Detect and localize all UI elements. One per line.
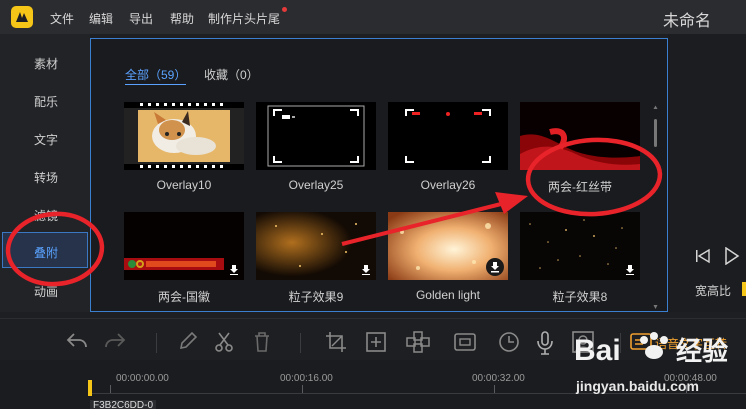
mosaic-icon[interactable] bbox=[406, 331, 430, 353]
timeline-time-label: 00:00:16.00 bbox=[280, 373, 333, 384]
overlay-item[interactable]: Golden light bbox=[388, 212, 508, 306]
sidebar-item-text[interactable]: 文字 bbox=[0, 120, 90, 156]
overlay-library: 全部（59） 收藏（0） Overlay10 Overlay25 Overlay… bbox=[90, 38, 668, 312]
sidebar-item-label: 文字 bbox=[34, 133, 59, 147]
svg-text:Bai: Bai bbox=[574, 334, 621, 367]
overlay-item-label: 两会-国徽 bbox=[158, 290, 210, 304]
thumbnail-red-ribbon bbox=[520, 102, 640, 170]
overlay-item[interactable]: Overlay25 bbox=[256, 102, 376, 196]
add-box-icon[interactable] bbox=[365, 331, 387, 353]
overlay-item-label: Overlay26 bbox=[420, 178, 476, 192]
menu-file[interactable]: 文件 bbox=[50, 10, 74, 27]
sidebar-item-filter[interactable]: 滤镜 bbox=[0, 196, 90, 232]
microphone-icon[interactable] bbox=[536, 331, 554, 355]
overlay-item[interactable]: 粒子效果9 bbox=[256, 212, 376, 306]
duration-icon[interactable] bbox=[498, 331, 520, 353]
sidebar-item-label: 动画 bbox=[34, 285, 59, 299]
overlay-item[interactable]: 粒子效果8 bbox=[520, 212, 640, 306]
overlay-item-label: Overlay25 bbox=[288, 178, 344, 192]
ruler-tick bbox=[494, 385, 495, 393]
sidebar-item-music[interactable]: 配乐 bbox=[0, 82, 90, 118]
overlay-item[interactable]: 两会-国徽 bbox=[124, 212, 244, 306]
library-scrollbar[interactable] bbox=[653, 105, 658, 311]
ruler-tick bbox=[302, 385, 303, 393]
document-title: 未命名 bbox=[663, 13, 712, 30]
overlay-item-label: 两会-红丝带 bbox=[548, 180, 612, 194]
thumbnail-golden-light bbox=[388, 212, 508, 280]
baidu-watermark: Bai 经验 bbox=[574, 332, 728, 367]
scissors-icon[interactable] bbox=[214, 331, 234, 353]
timeline-clip-label[interactable]: F3B2C6DD-0 bbox=[90, 400, 157, 409]
thumbnail-emblem-banner bbox=[124, 212, 244, 280]
menu-edit[interactable]: 编辑 bbox=[89, 10, 113, 27]
timeline-time-label: 00:00:32.00 bbox=[472, 373, 525, 384]
frame-icon[interactable] bbox=[453, 331, 477, 353]
notification-dot bbox=[282, 7, 287, 12]
redo-icon[interactable] bbox=[104, 331, 126, 351]
sidebar-item-label: 配乐 bbox=[34, 95, 59, 109]
playhead[interactable] bbox=[88, 380, 92, 396]
menu-intro-outro[interactable]: 制作片头片尾 bbox=[208, 10, 280, 27]
thumbnail-camera-frame bbox=[256, 102, 376, 170]
overlay-item-label: Golden light bbox=[415, 288, 481, 302]
overlay-item-label: Overlay10 bbox=[156, 178, 212, 192]
sidebar-item-overlay[interactable]: 叠附 bbox=[2, 232, 88, 268]
thumbnail-golden-particles bbox=[256, 212, 376, 280]
menu-help[interactable]: 帮助 bbox=[170, 10, 194, 27]
thumbnail-recording-frame bbox=[388, 102, 508, 170]
download-icon[interactable] bbox=[625, 265, 635, 275]
menu-export[interactable]: 导出 bbox=[129, 10, 153, 27]
preview-panel: 宽高比 bbox=[668, 34, 746, 312]
overlay-item[interactable]: Overlay26 bbox=[388, 102, 508, 196]
sidebar-item-material[interactable]: 素材 bbox=[0, 44, 90, 80]
paw-icon bbox=[640, 332, 668, 359]
aspect-ratio-label[interactable]: 宽高比 bbox=[695, 282, 731, 299]
download-button[interactable] bbox=[486, 258, 504, 276]
sidebar-item-label: 转场 bbox=[34, 171, 59, 185]
tab-favorites[interactable]: 收藏（0） bbox=[204, 66, 259, 83]
previous-frame-icon[interactable] bbox=[695, 248, 711, 264]
ruler-tick bbox=[110, 385, 111, 393]
overlay-item-label: 粒子效果9 bbox=[288, 290, 344, 304]
watermark-url: jingyan.baidu.com bbox=[576, 378, 699, 394]
download-icon[interactable] bbox=[361, 265, 371, 275]
aspect-ratio-value-edge bbox=[742, 282, 746, 296]
scrollbar-thumb[interactable] bbox=[654, 119, 657, 147]
download-icon[interactable] bbox=[229, 265, 239, 275]
category-sidebar: 素材 配乐 文字 转场 滤镜 叠附 动画 bbox=[0, 34, 90, 312]
thumbnail-dark-particles bbox=[520, 212, 640, 280]
toolbar-divider bbox=[300, 333, 301, 353]
thumbnail-kitten bbox=[124, 102, 244, 170]
overlay-item[interactable]: 两会-红丝带 bbox=[520, 102, 640, 196]
overlay-item[interactable]: Overlay10 bbox=[124, 102, 244, 196]
delete-icon[interactable] bbox=[252, 331, 272, 353]
svg-text:经验: 经验 bbox=[676, 336, 728, 367]
sidebar-item-label: 滤镜 bbox=[34, 209, 59, 223]
sidebar-item-label: 叠附 bbox=[34, 246, 59, 260]
sidebar-item-label: 素材 bbox=[34, 57, 59, 71]
title-bar: 文件 编辑 导出 帮助 制作片头片尾 未命名 bbox=[0, 0, 746, 34]
undo-icon[interactable] bbox=[66, 331, 88, 351]
tab-all[interactable]: 全部（59） bbox=[125, 66, 187, 85]
app-logo-icon bbox=[11, 6, 33, 28]
timeline-time-label: 00:00:00.00 bbox=[116, 373, 169, 384]
crop-icon[interactable] bbox=[325, 331, 347, 353]
pen-icon[interactable] bbox=[178, 331, 198, 351]
play-icon[interactable] bbox=[724, 247, 740, 265]
sidebar-item-transition[interactable]: 转场 bbox=[0, 158, 90, 194]
sidebar-item-animation[interactable]: 动画 bbox=[0, 272, 90, 308]
toolbar-divider bbox=[156, 333, 157, 353]
overlay-item-label: 粒子效果8 bbox=[552, 290, 608, 304]
